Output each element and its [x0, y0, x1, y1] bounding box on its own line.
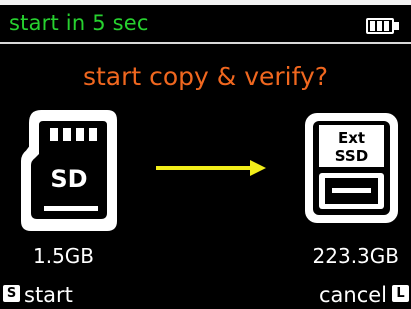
status-bar: start in 5 sec: [0, 5, 411, 41]
screen: start in 5 sec start copy & verify? SD E…: [0, 0, 411, 309]
confirm-prompt: start copy & verify?: [82, 62, 329, 91]
cancel-key-icon[interactable]: L: [392, 285, 409, 302]
start-button[interactable]: start: [24, 283, 73, 307]
sd-card-icon: SD: [21, 110, 117, 231]
ssd-line1: Ext: [338, 129, 365, 147]
battery-icon: [366, 18, 400, 34]
cancel-button[interactable]: cancel: [319, 283, 387, 307]
sd-label: SD: [50, 165, 87, 193]
source-size: 1.5GB: [33, 244, 95, 268]
footer: S start cancel L: [0, 283, 411, 309]
ssd-line2: SSD: [335, 147, 368, 165]
countdown-text: start in 5 sec: [9, 11, 149, 35]
ext-ssd-icon: Ext SSD: [305, 113, 398, 223]
arrow-right-icon: [156, 160, 266, 176]
destination-size: 223.3GB: [312, 244, 399, 268]
start-key-icon[interactable]: S: [3, 285, 20, 302]
status-divider: [0, 42, 411, 44]
